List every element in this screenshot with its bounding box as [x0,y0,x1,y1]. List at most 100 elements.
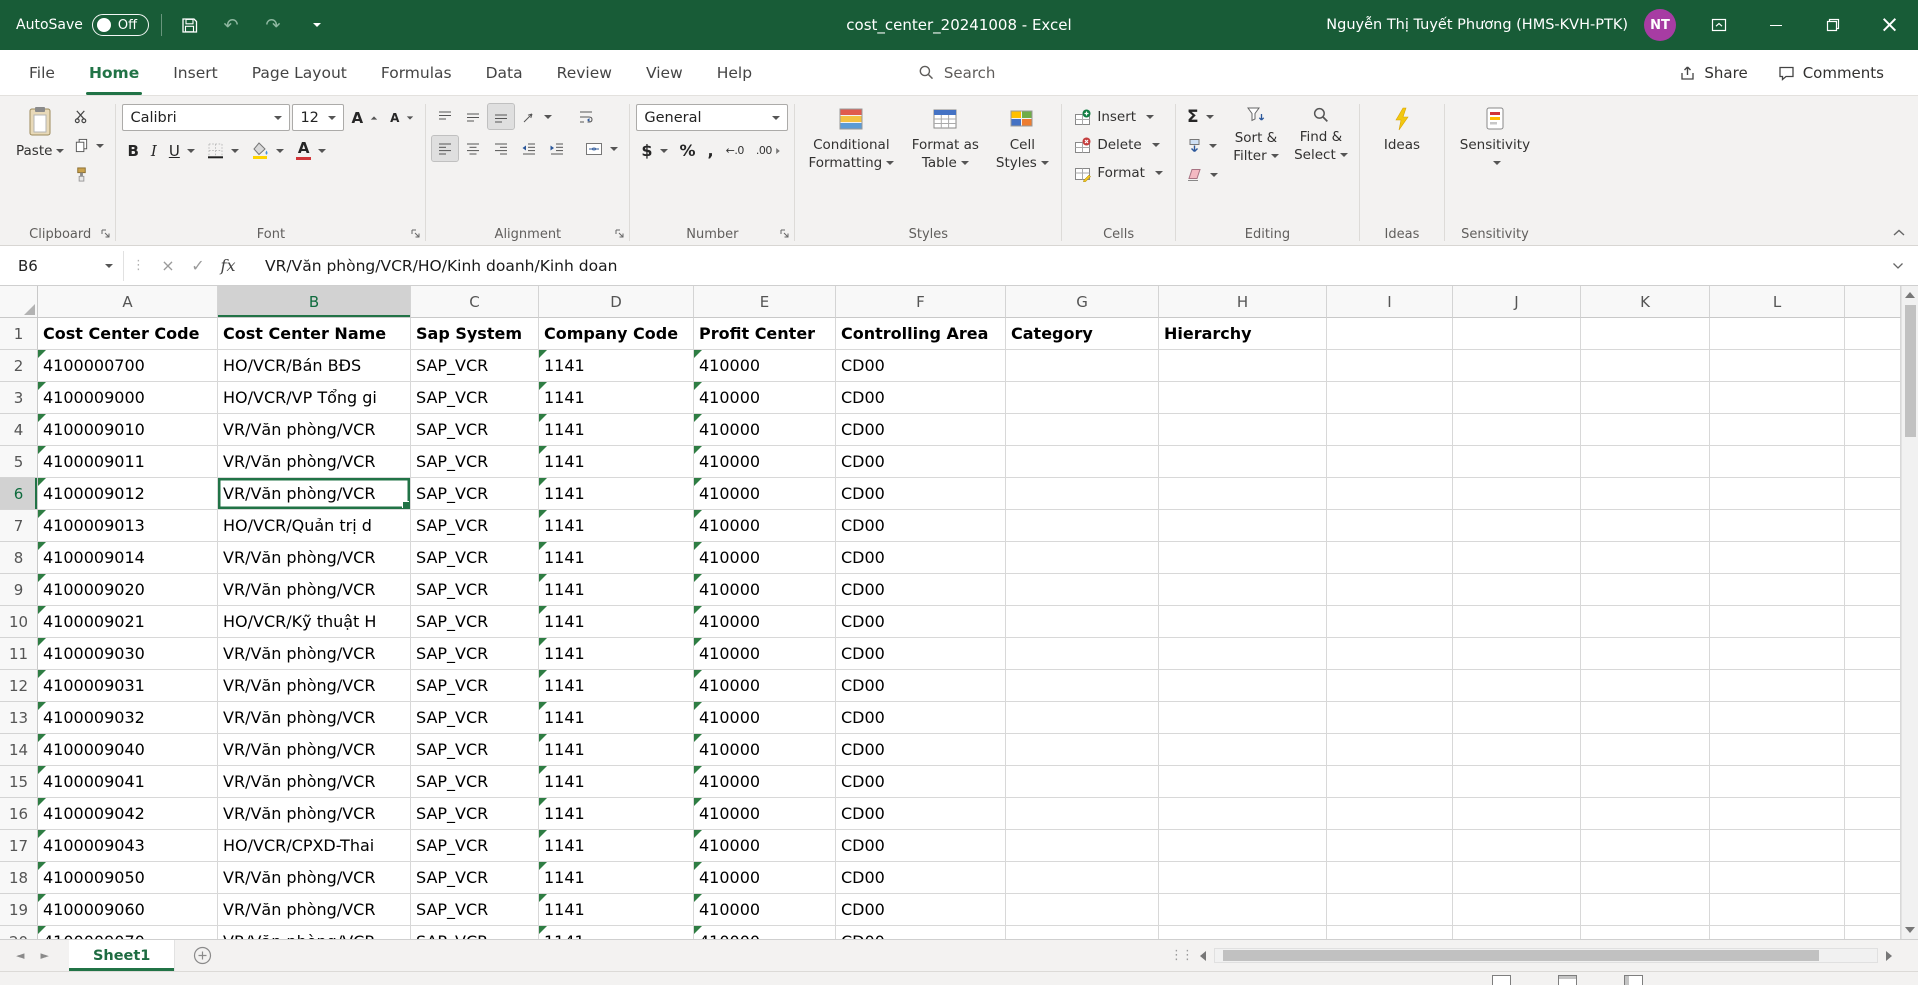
alignment-dialog-launcher[interactable] [614,228,625,239]
cell-K8[interactable] [1581,542,1710,574]
copy-button[interactable] [69,133,109,158]
cell-I3[interactable] [1327,382,1453,414]
wrap-text-button[interactable] [573,104,599,129]
cell-H16[interactable] [1159,798,1327,830]
cell-I4[interactable] [1327,414,1453,446]
row-header-2[interactable]: 2 [0,350,38,382]
cell-F6[interactable]: CD00 [836,478,1006,510]
cell-I13[interactable] [1327,702,1453,734]
cell-A15[interactable]: 4100009041 [38,766,218,798]
cell-H6[interactable] [1159,478,1327,510]
page-break-view-button[interactable] [1624,975,1643,985]
cell-G10[interactable] [1006,606,1159,638]
cell-L9[interactable] [1710,574,1845,606]
cell-G17[interactable] [1006,830,1159,862]
cell-H2[interactable] [1159,350,1327,382]
row-header-5[interactable]: 5 [0,446,38,478]
cell-D16[interactable]: 1141 [539,798,694,830]
cell-G19[interactable] [1006,894,1159,926]
cell-F13[interactable]: CD00 [836,702,1006,734]
cell-B19[interactable]: VR/Văn phòng/VCR [218,894,411,926]
cell-A11[interactable]: 4100009030 [38,638,218,670]
align-center-button[interactable] [460,136,486,161]
cell-J19[interactable] [1453,894,1581,926]
cell-L1[interactable] [1710,318,1845,350]
cell-K14[interactable] [1581,734,1710,766]
cell-A6[interactable]: 4100009012 [38,478,218,510]
cell-G7[interactable] [1006,510,1159,542]
cell-B7[interactable]: HO/VCR/Quản trị d [218,510,411,542]
cell-B17[interactable]: HO/VCR/CPXD-Thai [218,830,411,862]
cell-F10[interactable]: CD00 [836,606,1006,638]
customize-qat-button[interactable] [300,8,330,42]
align-right-button[interactable] [488,136,514,161]
cell-A7[interactable]: 4100009013 [38,510,218,542]
cell-D9[interactable]: 1141 [539,574,694,606]
row-header-9[interactable]: 9 [0,574,38,606]
row-header-19[interactable]: 19 [0,894,38,926]
cell-F8[interactable]: CD00 [836,542,1006,574]
cell-K3[interactable] [1581,382,1710,414]
decrease-decimal-button[interactable]: .00 [751,138,786,163]
find-select-button[interactable]: Find & Select [1289,101,1353,164]
bold-button[interactable]: B [122,138,143,163]
row-header-17[interactable]: 17 [0,830,38,862]
cell-E13[interactable]: 410000 [694,702,836,734]
save-button[interactable] [174,8,204,42]
cell-B4[interactable]: VR/Văn phòng/VCR [218,414,411,446]
cell-E16[interactable]: 410000 [694,798,836,830]
cell-A12[interactable]: 4100009031 [38,670,218,702]
cell-E11[interactable]: 410000 [694,638,836,670]
fill-button[interactable] [1182,133,1223,158]
comments-button[interactable]: Comments [1778,64,1884,82]
cell-B20[interactable]: VR/Văn phòng/VCR [218,926,411,939]
row-header-13[interactable]: 13 [0,702,38,734]
cell-D17[interactable]: 1141 [539,830,694,862]
cell-C17[interactable]: SAP_VCR [411,830,539,862]
cell-J12[interactable] [1453,670,1581,702]
undo-button[interactable]: ↶ [216,8,246,42]
cell-A20[interactable]: 4100009070 [38,926,218,939]
clear-button[interactable] [1182,162,1223,187]
cell-E20[interactable]: 410000 [694,926,836,939]
format-as-table-button[interactable]: Format as Table [901,101,989,172]
cell-C20[interactable]: SAP_VCR [411,926,539,939]
cell-E12[interactable]: 410000 [694,670,836,702]
cell-L20[interactable] [1710,926,1845,939]
autosave-toggle[interactable]: Off [92,14,149,36]
vertical-scrollbar[interactable] [1901,286,1918,939]
cell-D8[interactable]: 1141 [539,542,694,574]
cell-L4[interactable] [1710,414,1845,446]
cell-J14[interactable] [1453,734,1581,766]
column-header-I[interactable]: I [1327,286,1453,318]
cell-E4[interactable]: 410000 [694,414,836,446]
cell-styles-button[interactable]: Cell Styles [989,101,1055,172]
formula-input[interactable]: VR/Văn phòng/VCR/HO/Kinh doanh/Kinh doan [265,257,1888,275]
cell-J7[interactable] [1453,510,1581,542]
cell-A8[interactable]: 4100009014 [38,542,218,574]
cell-J2[interactable] [1453,350,1581,382]
horizontal-scrollbar[interactable] [1214,948,1878,963]
cell-C18[interactable]: SAP_VCR [411,862,539,894]
delete-cells-button[interactable]: Delete [1068,132,1165,158]
cell-C16[interactable]: SAP_VCR [411,798,539,830]
cell-L19[interactable] [1710,894,1845,926]
cell-L14[interactable] [1710,734,1845,766]
cell-J18[interactable] [1453,862,1581,894]
cell-K20[interactable] [1581,926,1710,939]
cell-B8[interactable]: VR/Văn phòng/VCR [218,542,411,574]
cell-A16[interactable]: 4100009042 [38,798,218,830]
cell-E7[interactable]: 410000 [694,510,836,542]
search-button[interactable]: Search [918,64,996,82]
sensitivity-button[interactable]: Sensitivity [1451,101,1539,172]
cell-A10[interactable]: 4100009021 [38,606,218,638]
cell-G11[interactable] [1006,638,1159,670]
cell-G12[interactable] [1006,670,1159,702]
cell-J13[interactable] [1453,702,1581,734]
cell-E1[interactable]: Profit Center [694,318,836,350]
cell-A14[interactable]: 4100009040 [38,734,218,766]
cell-K18[interactable] [1581,862,1710,894]
fill-handle[interactable] [402,501,409,508]
minimize-button[interactable] [1747,0,1804,50]
cell-G20[interactable] [1006,926,1159,939]
